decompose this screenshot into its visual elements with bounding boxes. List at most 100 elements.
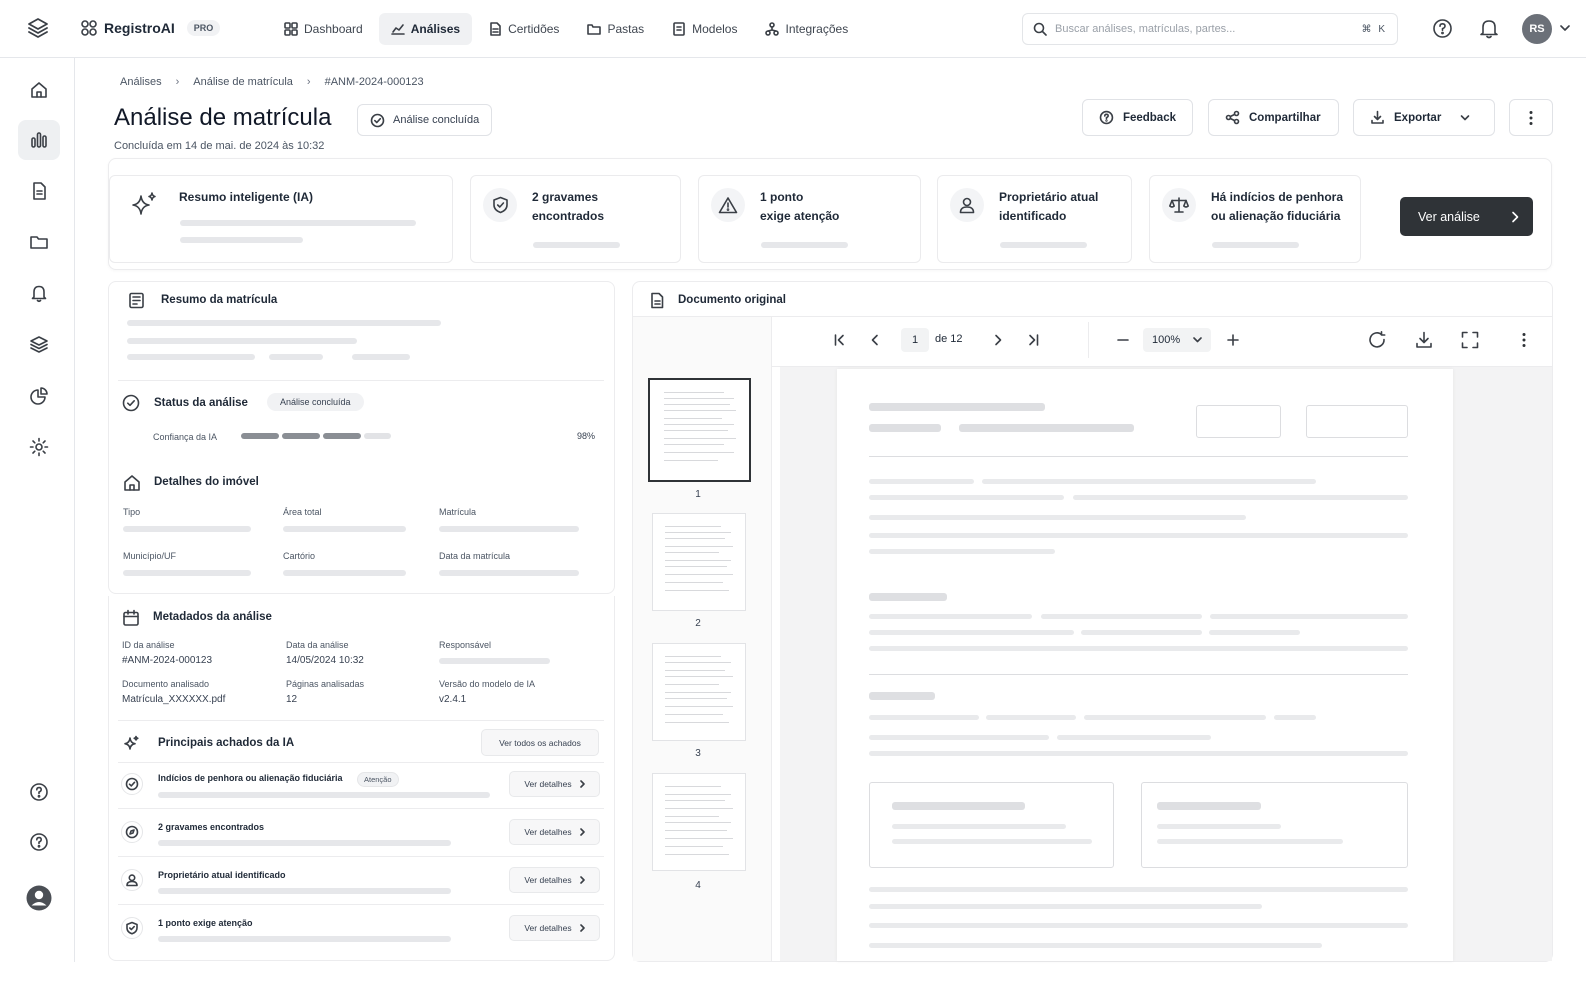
chevron-right-icon <box>579 924 585 932</box>
breadcrumb-item[interactable]: Análises <box>120 76 162 88</box>
sidebar-folders[interactable] <box>18 222 60 262</box>
layers-icon <box>30 336 48 353</box>
meta-id-label: ID da análise <box>122 640 175 650</box>
sidebar-home[interactable] <box>18 70 60 110</box>
meta-resp-label: Responsável <box>439 640 492 650</box>
viewer-title: Documento original <box>678 294 786 306</box>
help-icon[interactable] <box>1432 18 1453 39</box>
finding-details-button[interactable]: Ver detalhes <box>509 915 600 941</box>
finding-details-button[interactable]: Ver detalhes <box>509 867 600 893</box>
sidebar-reports[interactable] <box>18 376 60 416</box>
breadcrumb-current: #ANM-2024-000123 <box>324 76 424 88</box>
zoom-in-icon[interactable] <box>1227 334 1239 346</box>
more-options-button[interactable] <box>1509 99 1553 136</box>
main-nav: Dashboard Análises Certidões Pastas Mode… <box>272 13 864 45</box>
page-thumbnail[interactable] <box>652 513 746 611</box>
page-title: Análise de matrícula <box>114 104 332 131</box>
scale-icon <box>1162 188 1196 222</box>
status-tag: Análise concluída <box>267 393 364 411</box>
share-button[interactable]: Compartilhar <box>1208 99 1339 136</box>
integration-icon <box>765 22 780 36</box>
meta-model-label: Versão do modelo de IA <box>439 679 536 689</box>
brand-name: RegistroAI <box>104 20 175 36</box>
nav-integracoes[interactable]: Integrações <box>753 13 860 45</box>
finding-title: Indícios de penhora ou alienação fiduciá… <box>158 773 343 783</box>
findings-title: Principais achados da IA <box>158 737 295 749</box>
search-icon <box>1033 22 1047 36</box>
nav-modelos[interactable]: Modelos <box>660 13 749 45</box>
zoom-out-icon[interactable] <box>1117 339 1129 341</box>
export-button[interactable]: Exportar <box>1353 99 1495 136</box>
next-page-icon[interactable] <box>994 334 1002 346</box>
bell-icon <box>31 285 47 303</box>
summary-card-liens[interactable]: 2 gravames encontrados <box>470 175 681 263</box>
summary-card-ai[interactable]: Resumo inteligente (IA) <box>109 175 453 263</box>
search-input[interactable]: Buscar análises, matrículas, partes... <box>1055 23 1354 35</box>
meta-doc-value: Matrícula_XXXXXX.pdf <box>122 694 226 705</box>
feedback-button[interactable]: Feedback <box>1082 99 1193 136</box>
previous-page-icon[interactable] <box>871 334 879 346</box>
folder-icon <box>587 24 602 35</box>
page-number-input[interactable]: 1 <box>901 328 929 352</box>
user-avatar[interactable]: RS <box>1522 14 1552 44</box>
top-bar: RegistroAI PRO Dashboard Análises Certid… <box>0 0 1586 58</box>
sidebar-documents[interactable] <box>18 171 60 211</box>
home-icon <box>31 82 47 98</box>
rotate-icon[interactable] <box>1368 331 1387 349</box>
page-count: de 12 <box>935 333 963 345</box>
sidebar-layers[interactable] <box>18 324 60 364</box>
viewer-more-icon[interactable] <box>1522 332 1526 348</box>
document-icon <box>33 182 46 200</box>
sidebar <box>0 58 75 962</box>
download-icon[interactable] <box>1415 331 1433 349</box>
summary-card-foreclosure[interactable]: Há indícios de penhora ou alienação fidu… <box>1149 175 1361 263</box>
view-all-findings-button[interactable]: Ver todos os achados <box>481 729 599 756</box>
sidebar-help[interactable] <box>18 772 60 812</box>
first-page-icon[interactable] <box>834 334 845 346</box>
fullscreen-icon[interactable] <box>1461 331 1479 349</box>
bell-icon[interactable] <box>1479 18 1499 39</box>
summary-card-title: Há indícios de penhora <box>1211 190 1344 204</box>
breadcrumb: Análises › Análise de matrícula › #ANM-2… <box>120 76 424 88</box>
view-analysis-button[interactable]: Ver análise <box>1400 197 1533 236</box>
sidebar-analytics[interactable] <box>18 120 60 160</box>
chevron-right-icon <box>579 828 585 836</box>
meta-title: Metadados da análise <box>153 611 272 623</box>
status-label: Análise concluída <box>393 114 480 126</box>
sparkle-icon <box>130 190 160 220</box>
nav-certidoes[interactable]: Certidões <box>476 13 571 45</box>
page-thumbnail[interactable] <box>652 773 746 871</box>
nav-analises[interactable]: Análises <box>378 13 473 45</box>
status-badge: Análise concluída <box>357 104 493 136</box>
search-bar[interactable]: Buscar análises, matrículas, partes... ⌘… <box>1022 13 1398 45</box>
page-thumbnail[interactable] <box>648 378 751 482</box>
chevron-down-icon[interactable] <box>1560 24 1570 32</box>
brand[interactable]: RegistroAI PRO <box>80 19 221 37</box>
zoom-value: 100% <box>1152 334 1181 346</box>
confidence-value: 98% <box>577 431 596 441</box>
thumbnail-number: 4 <box>695 880 701 891</box>
last-page-icon[interactable] <box>1028 334 1039 346</box>
zoom-select[interactable]: 100% <box>1143 328 1211 352</box>
finding-details-button[interactable]: Ver detalhes <box>509 771 600 797</box>
summary-card-attention[interactable]: 1 ponto exige atenção <box>698 175 921 263</box>
confidence-label: Confiança da IA <box>153 432 218 442</box>
user-icon <box>121 869 143 891</box>
layers-logo-icon[interactable] <box>26 16 50 40</box>
nav-dashboard[interactable]: Dashboard <box>272 13 375 45</box>
chevron-right-icon: › <box>306 76 311 88</box>
finding-details-button[interactable]: Ver detalhes <box>509 819 600 845</box>
sidebar-settings[interactable] <box>18 427 60 467</box>
document-list-icon <box>128 292 145 309</box>
breadcrumb-item[interactable]: Análise de matrícula <box>193 76 293 88</box>
sidebar-notifications[interactable] <box>18 273 60 313</box>
summary-card-owner[interactable]: Proprietário atual identificado <box>937 175 1132 263</box>
page-thumbnail[interactable] <box>652 643 746 741</box>
sidebar-profile[interactable] <box>18 878 60 918</box>
nav-pastas[interactable]: Pastas <box>575 13 656 45</box>
sidebar-support[interactable] <box>18 822 60 862</box>
thumbnail-number: 3 <box>695 748 701 759</box>
finding-title: 2 gravames encontrados <box>158 822 265 832</box>
resumo-title: Resumo da matrícula <box>161 294 278 306</box>
field-label: Cartório <box>283 551 316 561</box>
